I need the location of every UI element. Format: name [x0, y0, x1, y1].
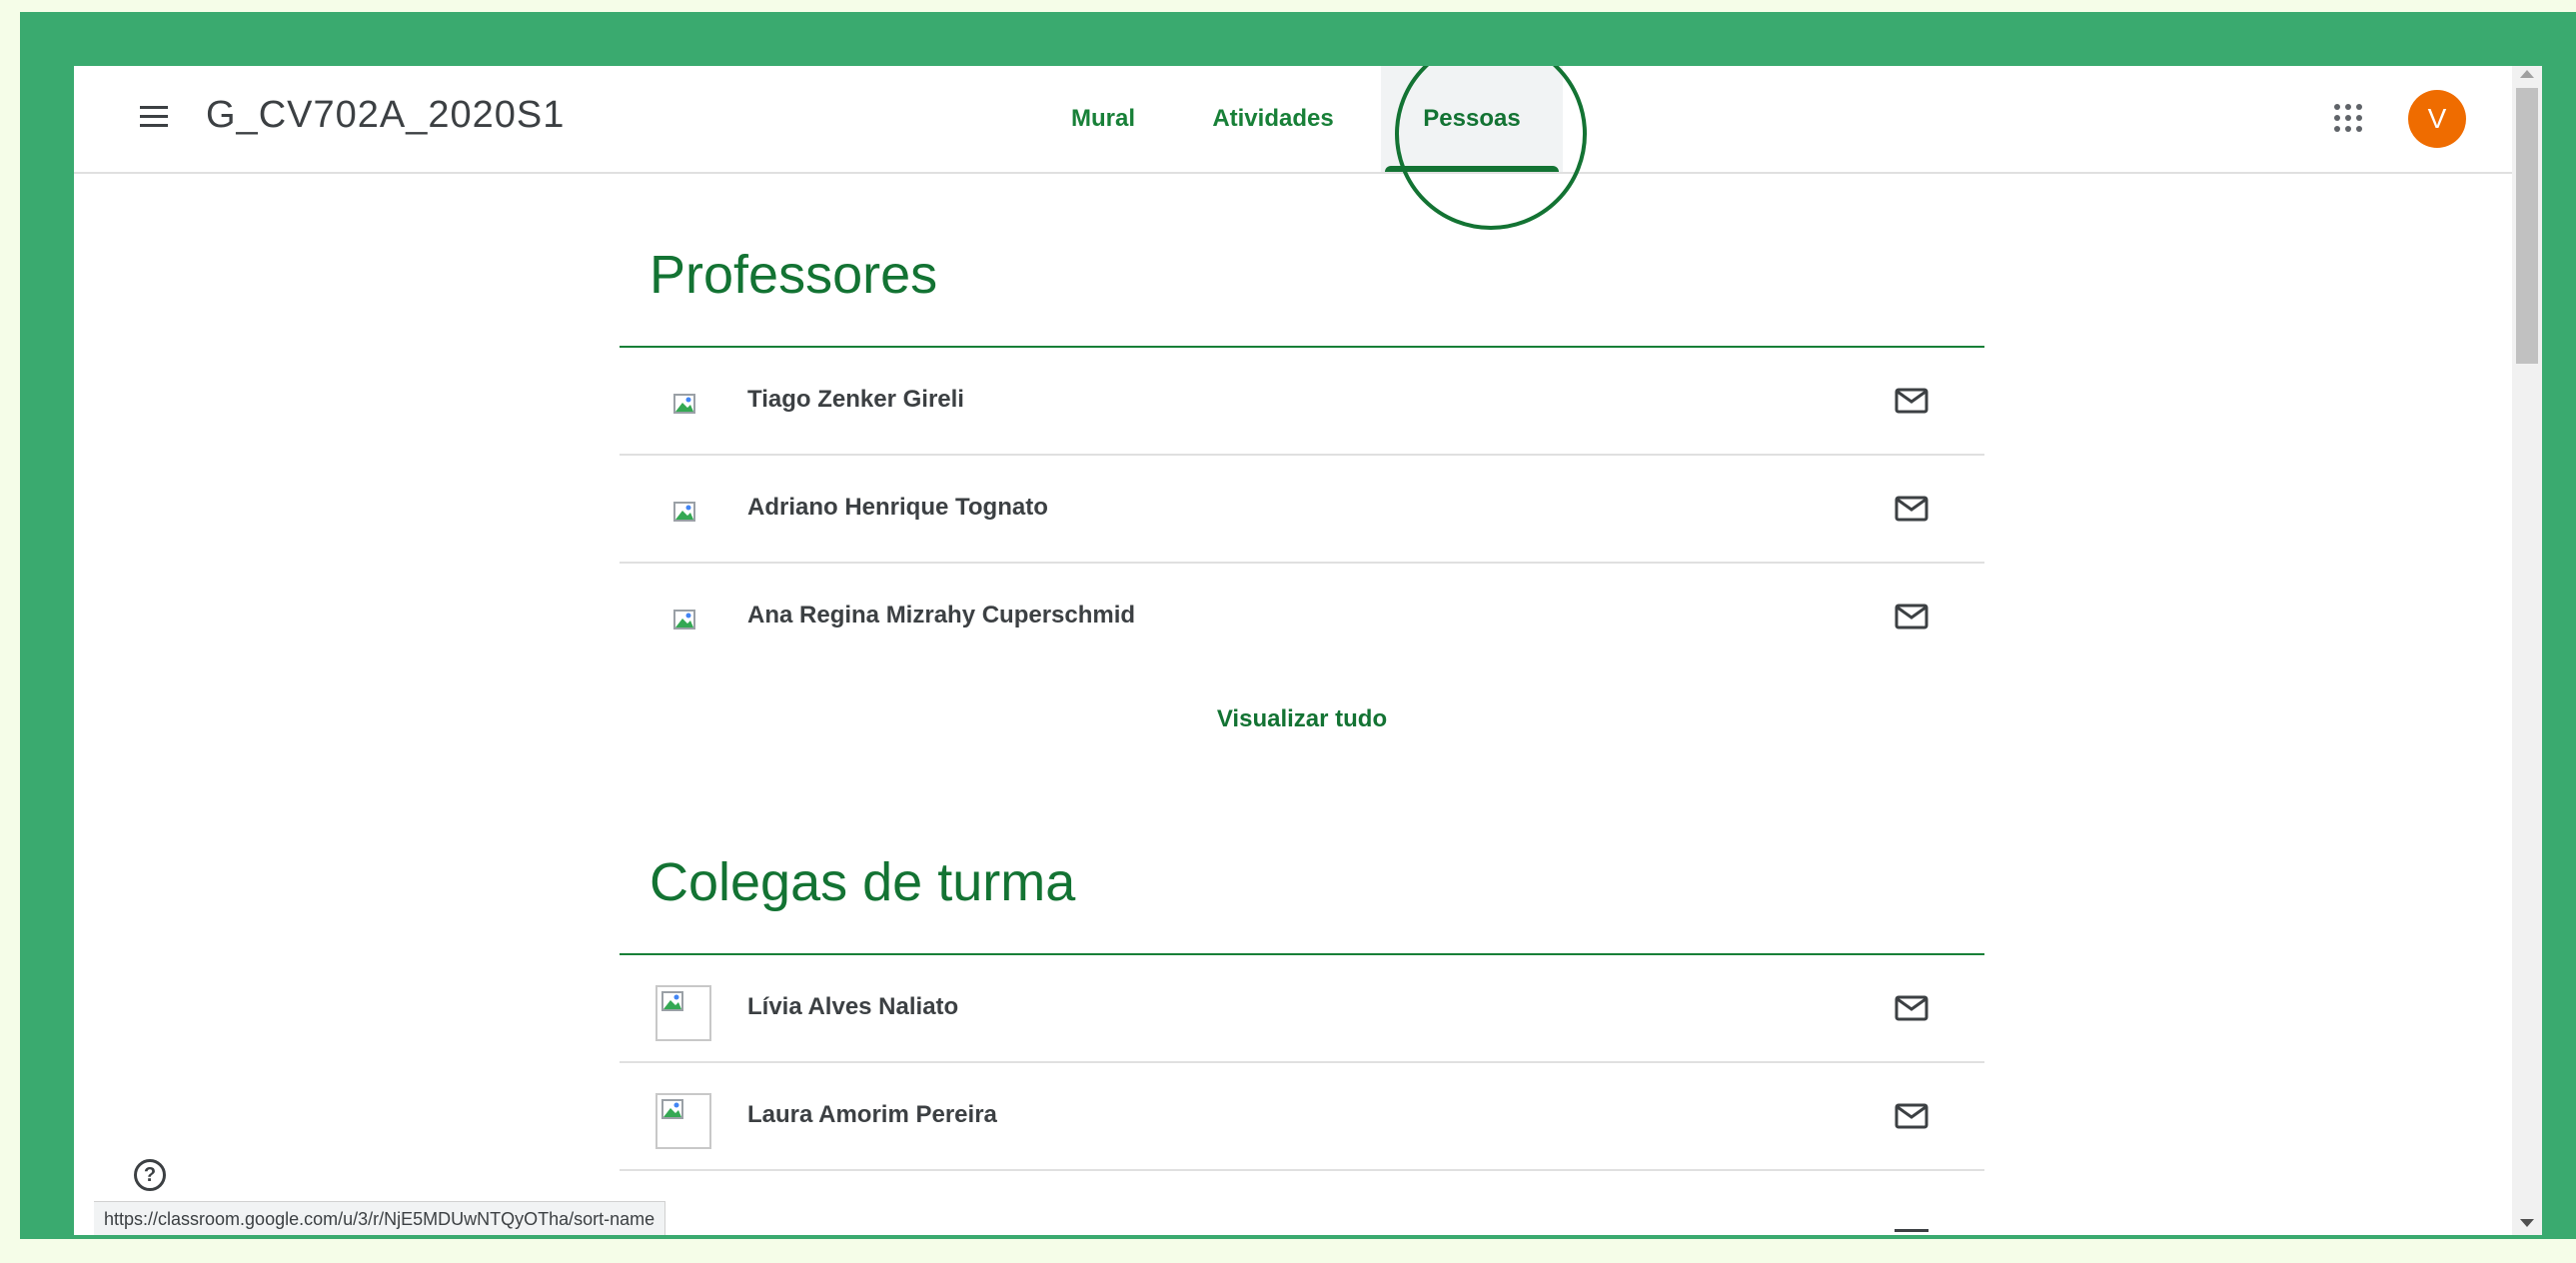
mail-icon[interactable]: [1895, 1103, 1929, 1129]
top-app-bar: G_CV702A_2020S1 Mural Atividades Pessoas…: [74, 66, 2512, 174]
help-icon[interactable]: ?: [134, 1159, 166, 1191]
scrollbar-thumb[interactable]: [2516, 88, 2538, 364]
teacher-row: Tiago Zenker Gireli: [620, 348, 1984, 456]
teacher-name[interactable]: Tiago Zenker Gireli: [747, 386, 964, 414]
teacher-row: Adriano Henrique Tognato: [620, 456, 1984, 564]
classmate-name[interactable]: Lívia Alves Naliato: [747, 993, 958, 1021]
apps-grid-icon[interactable]: [2334, 104, 2364, 134]
browser-status-url: https://classroom.google.com/u/3/r/NjE5M…: [94, 1201, 666, 1235]
teacher-avatar: [669, 500, 697, 526]
classmate-avatar: [655, 1093, 711, 1149]
mail-icon[interactable]: [1895, 995, 1929, 1021]
browser-viewport: G_CV702A_2020S1 Mural Atividades Pessoas…: [74, 66, 2542, 1235]
mail-icon[interactable]: [1895, 1229, 1929, 1235]
mail-icon[interactable]: [1895, 388, 1929, 414]
broken-image-icon: [661, 1099, 683, 1119]
tab-atividades[interactable]: Atividades: [1189, 66, 1357, 172]
classmate-row: Lívia Alves Naliato: [620, 955, 1984, 1063]
teachers-section-title: Professores: [649, 245, 938, 305]
teacher-row: Ana Regina Mizrahy Cuperschmid: [620, 564, 1984, 669]
account-avatar[interactable]: V: [2408, 90, 2466, 148]
teacher-name[interactable]: Ana Regina Mizrahy Cuperschmid: [747, 602, 1135, 630]
class-title[interactable]: G_CV702A_2020S1: [206, 94, 565, 137]
tab-mural[interactable]: Mural: [1033, 66, 1173, 172]
menu-icon[interactable]: [136, 100, 172, 136]
view-all-teachers-link[interactable]: Visualizar tudo: [620, 705, 1984, 733]
teacher-name[interactable]: Adriano Henrique Tognato: [747, 494, 1048, 522]
mail-icon[interactable]: [1895, 496, 1929, 522]
classmates-section-title: Colegas de turma: [649, 852, 1076, 912]
broken-image-icon: [673, 502, 695, 522]
tab-pessoas[interactable]: Pessoas: [1381, 66, 1563, 172]
classmate-row: Laura Amorim Pereira: [620, 1063, 1984, 1171]
teacher-avatar: [669, 392, 697, 418]
broken-image-icon: [673, 394, 695, 414]
broken-image-icon: [673, 610, 695, 630]
scroll-down-arrow-icon[interactable]: [2520, 1219, 2534, 1227]
mail-icon[interactable]: [1895, 604, 1929, 630]
vertical-scrollbar[interactable]: [2512, 66, 2542, 1235]
classmate-name[interactable]: Laura Amorim Pereira: [747, 1101, 997, 1129]
scroll-up-arrow-icon[interactable]: [2520, 70, 2534, 78]
broken-image-icon: [661, 991, 683, 1011]
teacher-avatar: [669, 608, 697, 633]
classmate-avatar: [655, 985, 711, 1041]
